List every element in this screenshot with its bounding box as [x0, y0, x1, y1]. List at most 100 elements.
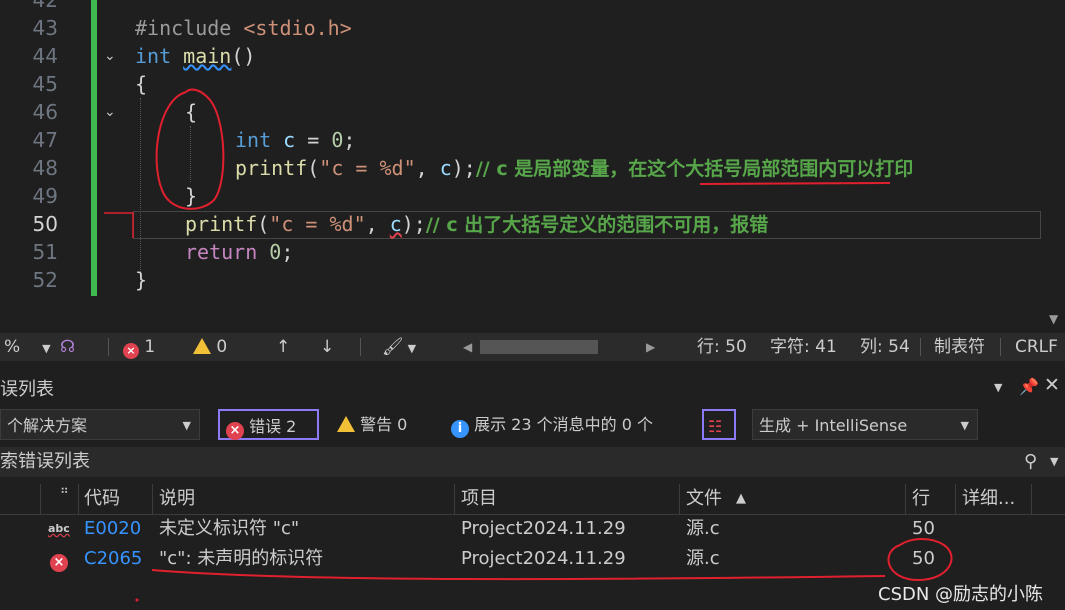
column-line[interactable]: 行: [912, 484, 930, 514]
warning-count-value: 0: [216, 337, 228, 357]
include-header: <stdio.h>: [243, 16, 352, 40]
fold-chevron-icon[interactable]: ⌄: [104, 42, 118, 70]
code-cleanup-brush-icon[interactable]: 🖌 ▼: [382, 333, 416, 363]
chevron-down-icon: ▼: [182, 419, 191, 432]
scope-value: 个解决方案: [7, 416, 88, 435]
error-project: Project2024.11.29: [461, 548, 626, 569]
line-number: 52: [32, 268, 58, 292]
horizontal-scrollbar-thumb[interactable]: [480, 340, 598, 354]
number: 0: [269, 240, 282, 264]
sort-ascending-icon: ▲: [736, 491, 746, 506]
code-line-45[interactable]: {: [135, 70, 147, 98]
line-ending[interactable]: CRLF: [1015, 333, 1058, 361]
pin-icon[interactable]: 📌: [1019, 377, 1039, 396]
column-file[interactable]: 文件: [686, 484, 722, 514]
column-separator: [152, 484, 153, 514]
line-number: 51: [32, 240, 58, 264]
keyword: return: [185, 240, 258, 264]
line-number: 49: [32, 184, 58, 208]
search-error-list[interactable]: 索错误列表 ⚲ ▼: [0, 447, 1065, 477]
code-line-50[interactable]: printf("c = %d", c);// c 出了大括号定义的范围不可用，报…: [185, 210, 768, 239]
warnings-filter-button[interactable]: 警告 0: [337, 409, 407, 440]
scroll-right-arrow-icon[interactable]: ▶: [646, 333, 655, 361]
punctuation: ,: [365, 212, 390, 236]
scroll-left-arrow-icon[interactable]: ◀: [463, 333, 472, 361]
comment: // c 出了大括号定义的范围不可用，报错: [425, 214, 769, 236]
error-line: 50: [912, 518, 935, 539]
error-count[interactable]: × 1: [123, 333, 155, 361]
column-separator: [679, 484, 680, 514]
error-icon: ×: [123, 343, 139, 359]
error-description: 未定义标识符 "c": [159, 518, 300, 539]
warning-icon: [193, 338, 211, 354]
messages-filter-button[interactable]: i 展示 23 个消息中的 0 个: [451, 409, 653, 440]
search-icon[interactable]: ⚲: [1024, 447, 1037, 477]
code-line-44[interactable]: int main(): [135, 42, 255, 70]
punctuation: (): [231, 44, 256, 68]
chevron-down-icon: ▼: [960, 419, 969, 432]
code-line-52[interactable]: }: [135, 266, 147, 294]
source-dropdown[interactable]: 生成 + IntelliSense ▼: [752, 409, 978, 440]
brace: }: [135, 268, 148, 292]
error-file: 源.c: [686, 518, 720, 539]
operator: =: [295, 128, 332, 152]
table-row[interactable]: abc E0020 未定义标识符 "c" Project2024.11.29 源…: [0, 514, 1065, 544]
variable: c: [283, 128, 296, 152]
fold-chevron-icon[interactable]: ⌄: [104, 98, 118, 126]
scroll-down-arrow-icon[interactable]: ▼: [1049, 312, 1058, 326]
code-line-48[interactable]: printf("c = %d", c);// c 是局部变量，在这个大括号局部范…: [235, 154, 913, 183]
error-count-value: 1: [144, 337, 156, 357]
error-code-link[interactable]: E0020: [84, 514, 141, 544]
code-line-46[interactable]: {: [185, 98, 197, 126]
chevron-down-icon[interactable]: ▼: [1050, 447, 1058, 477]
divider: [920, 338, 921, 356]
column-detail[interactable]: 详细...: [962, 484, 1015, 514]
scope-dropdown[interactable]: 个解决方案 ▼: [0, 409, 200, 440]
errors-filter-label: 错误 2: [249, 417, 297, 436]
cursor-line[interactable]: 行: 50: [697, 333, 747, 361]
prev-issue-arrow-icon[interactable]: ↑: [276, 333, 290, 361]
zoom-value: %: [4, 337, 21, 357]
panel-menu-chevron-icon[interactable]: ▼: [994, 381, 1002, 394]
code-line-47[interactable]: int c = 0;: [235, 126, 355, 154]
code-editor[interactable]: 42 43 44 45 46 47 48 49 50 51 52 ⌄ ⌄ #in…: [0, 0, 1065, 333]
brace: {: [135, 72, 148, 96]
function-name: main: [183, 44, 232, 68]
line-number: 44: [32, 44, 58, 68]
table-row[interactable]: × C2065 "c": 未声明的标识符 Project2024.11.29 源…: [0, 544, 1065, 574]
punctuation: ,: [415, 156, 440, 180]
column-project[interactable]: 项目: [461, 484, 497, 514]
filter-toggle-icon[interactable]: ☷: [702, 409, 736, 440]
column-description[interactable]: 说明: [159, 484, 195, 514]
function-call: printf: [185, 212, 258, 236]
column-separator: [905, 484, 906, 514]
punctuation: (: [257, 212, 270, 236]
spellcheck-icon: abc: [48, 522, 70, 535]
punctuation: ;: [281, 240, 294, 264]
search-input[interactable]: 索错误列表: [0, 447, 90, 477]
cursor-char[interactable]: 字符: 41: [770, 333, 837, 361]
close-icon[interactable]: ✕: [1044, 374, 1060, 396]
vertical-scrollbar[interactable]: [1047, 0, 1065, 333]
code-line-43[interactable]: #include <stdio.h>: [135, 14, 352, 42]
cursor-col[interactable]: 列: 54: [860, 333, 910, 361]
code-line-51[interactable]: return 0;: [185, 238, 293, 266]
error-icon: ×: [50, 544, 68, 574]
info-icon: i: [451, 420, 469, 438]
errors-filter-button[interactable]: × 错误 2: [218, 409, 319, 440]
copilot-icon[interactable]: ☊: [60, 333, 75, 361]
keyword: int: [135, 44, 172, 68]
zoom-dropdown[interactable]: % ▼: [4, 333, 51, 363]
next-issue-arrow-icon[interactable]: ↓: [320, 333, 334, 361]
error-code-link[interactable]: C2065: [84, 544, 142, 574]
divider: [1000, 338, 1001, 356]
column-separator: [454, 484, 455, 514]
indent-mode[interactable]: 制表符: [934, 333, 985, 361]
warning-count[interactable]: 0: [193, 333, 227, 361]
severity-sort-icon[interactable]: ⠛: [60, 478, 69, 508]
change-indicator-bar: [91, 0, 97, 296]
code-line-49[interactable]: }: [185, 182, 197, 210]
column-code[interactable]: 代码: [84, 484, 120, 514]
column-separator: [955, 484, 956, 514]
indent-guide: [190, 126, 191, 182]
